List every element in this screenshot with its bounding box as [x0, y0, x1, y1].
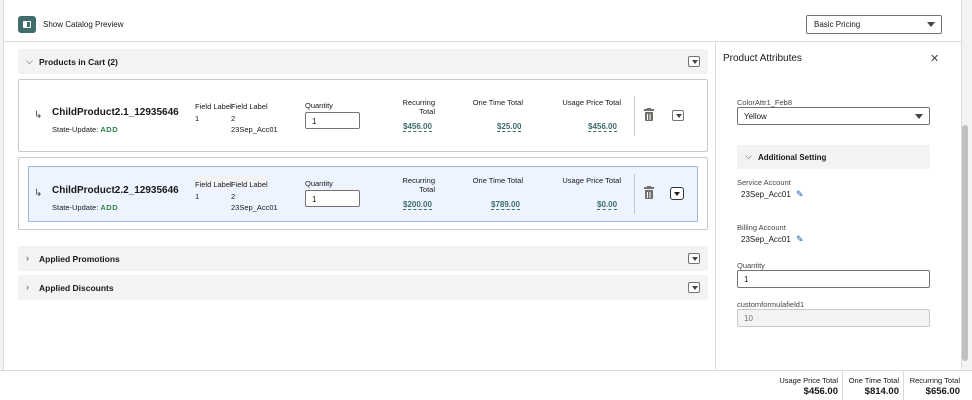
- recurring-total-label: Recurring Total: [402, 176, 435, 194]
- line-item-menu-button[interactable]: [672, 110, 684, 121]
- field-value: 23Sep_Acc01: [231, 203, 278, 212]
- delete-trash-icon[interactable]: [644, 107, 654, 121]
- attr-quantity-label: Quantity: [737, 261, 765, 270]
- edit-pencil-icon[interactable]: ✎: [796, 189, 804, 200]
- recurring-total-value[interactable]: $200.00: [403, 200, 432, 210]
- chevron-down-icon: [927, 22, 935, 27]
- one-time-total-label: One Time Total: [472, 176, 523, 185]
- footer-one-time-total: One Time Total $814.00: [842, 371, 903, 400]
- service-account-value: 23Sep_Acc01: [741, 190, 791, 199]
- one-time-total-value[interactable]: $789.00: [491, 200, 520, 210]
- footer-recurring-label: Recurring Total: [909, 376, 960, 385]
- quantity-label: Quantity: [305, 179, 333, 188]
- totals-footer: Usage Price Total $456.00 One Time Total…: [0, 370, 972, 400]
- pricing-select-value: Basic Pricing: [814, 20, 861, 29]
- usage-price-total-value[interactable]: $456.00: [588, 122, 617, 132]
- field-value: 23Sep_Acc01: [231, 125, 278, 134]
- attr-quantity-input[interactable]: 1: [737, 270, 930, 288]
- promotions-menu-button[interactable]: [688, 253, 700, 264]
- service-account-label: Service Account: [737, 178, 791, 187]
- state-value: ADD: [100, 125, 119, 134]
- billing-account-label: Billing Account: [737, 223, 786, 232]
- footer-one-time-value: $814.00: [864, 386, 899, 397]
- chevron-down-icon: ⌵: [26, 56, 33, 66]
- footer-usage-value: $456.00: [803, 386, 838, 397]
- additional-setting-header[interactable]: ⌵ Additional Setting: [737, 145, 930, 169]
- footer-recurring-value: $656.00: [925, 386, 960, 397]
- applied-discounts-header[interactable]: › Applied Discounts: [18, 275, 708, 300]
- chevron-down-icon: ⌵: [745, 151, 752, 161]
- field-label: Field Label: [231, 180, 268, 189]
- quantity-input[interactable]: 1: [305, 112, 360, 129]
- vertical-scrollbar[interactable]: [962, 125, 968, 361]
- products-in-cart-title: Products in Cart (2): [39, 57, 118, 67]
- child-line-arrow-icon: ↳: [34, 110, 43, 121]
- footer-recurring-total: Recurring Total $656.00: [903, 371, 964, 400]
- field-value: 1: [195, 192, 200, 201]
- child-line-arrow-icon: ↳: [34, 188, 43, 199]
- top-bar: Show Catalog Preview Basic Pricing: [4, 0, 961, 42]
- color-attr-label: ColorAttr1_Feb8: [737, 98, 793, 107]
- state-label: State-Update:: [52, 203, 99, 212]
- state-value: ADD: [100, 203, 119, 212]
- divider: [634, 174, 635, 214]
- field-label: Field Label: [195, 180, 232, 189]
- product-attributes-panel: Product Attributes ✕ ColorAttr1_Feb8 Yel…: [715, 43, 963, 370]
- state-label: State-Update:: [52, 125, 99, 134]
- footer-usage-total: Usage Price Total $456.00: [779, 371, 842, 400]
- product-attributes-title: Product Attributes: [723, 53, 802, 64]
- panel-icon: [23, 21, 31, 28]
- cart-main: ⌵ Products in Cart (2) ↳ ChildProduct2.1…: [4, 43, 715, 370]
- field-value: 2: [231, 192, 236, 201]
- cart-line-item: ↳ ChildProduct2.1_12935646 State-Update:…: [18, 79, 708, 152]
- applied-promotions-header[interactable]: › Applied Promotions: [18, 246, 708, 271]
- chevron-down-icon: [915, 114, 923, 119]
- quantity-label: Quantity: [305, 101, 333, 110]
- chevron-right-icon: ›: [26, 282, 29, 292]
- divider: [634, 96, 635, 136]
- usage-price-total-value[interactable]: $0.00: [597, 200, 618, 210]
- one-time-total-label: One Time Total: [472, 98, 523, 107]
- cart-line-item-selected: ↳ ChildProduct2.2_12935646 State-Update:…: [18, 157, 708, 230]
- pricing-select[interactable]: Basic Pricing: [806, 15, 942, 34]
- applied-discounts-title: Applied Discounts: [39, 283, 114, 293]
- footer-usage-label: Usage Price Total: [779, 376, 838, 385]
- additional-setting-title: Additional Setting: [758, 153, 827, 162]
- field-label: Field Label: [195, 102, 232, 111]
- applied-promotions-title: Applied Promotions: [39, 254, 120, 264]
- close-icon[interactable]: ✕: [930, 52, 939, 65]
- custom-formula-input: 10: [737, 309, 930, 327]
- recurring-total-value[interactable]: $456.00: [403, 122, 432, 132]
- usage-price-total-label: Usage Price Total: [562, 98, 621, 107]
- quantity-input[interactable]: 1: [305, 190, 360, 207]
- custom-formula-label: customformulafield1: [737, 300, 805, 309]
- line-item-menu-button[interactable]: [670, 187, 684, 200]
- state-update: State-Update: ADD: [52, 203, 118, 212]
- color-attr-select[interactable]: Yellow: [737, 107, 930, 125]
- state-update: State-Update: ADD: [52, 125, 118, 134]
- edit-pencil-icon[interactable]: ✎: [796, 234, 804, 245]
- color-attr-value: Yellow: [744, 112, 767, 121]
- products-menu-button[interactable]: [688, 56, 700, 67]
- catalog-preview-toggle[interactable]: [18, 16, 36, 33]
- usage-price-total-label: Usage Price Total: [562, 176, 621, 185]
- one-time-total-value[interactable]: $25.00: [497, 122, 522, 132]
- cart-frame: Show Catalog Preview Basic Pricing ⌵ Pro…: [3, 0, 962, 400]
- chevron-right-icon: ›: [26, 253, 29, 263]
- catalog-preview-label: Show Catalog Preview: [43, 20, 124, 29]
- delete-trash-icon[interactable]: [644, 185, 654, 199]
- product-name: ChildProduct2.1_12935646: [52, 107, 179, 118]
- products-in-cart-header[interactable]: ⌵ Products in Cart (2): [18, 49, 708, 74]
- field-label: Field Label: [231, 102, 268, 111]
- billing-account-value: 23Sep_Acc01: [741, 235, 791, 244]
- footer-one-time-label: One Time Total: [848, 376, 899, 385]
- product-name: ChildProduct2.2_12935646: [52, 185, 179, 196]
- field-value: 2: [231, 114, 236, 123]
- discounts-menu-button[interactable]: [688, 282, 700, 293]
- field-value: 1: [195, 114, 200, 123]
- recurring-total-label: Recurring Total: [402, 98, 435, 116]
